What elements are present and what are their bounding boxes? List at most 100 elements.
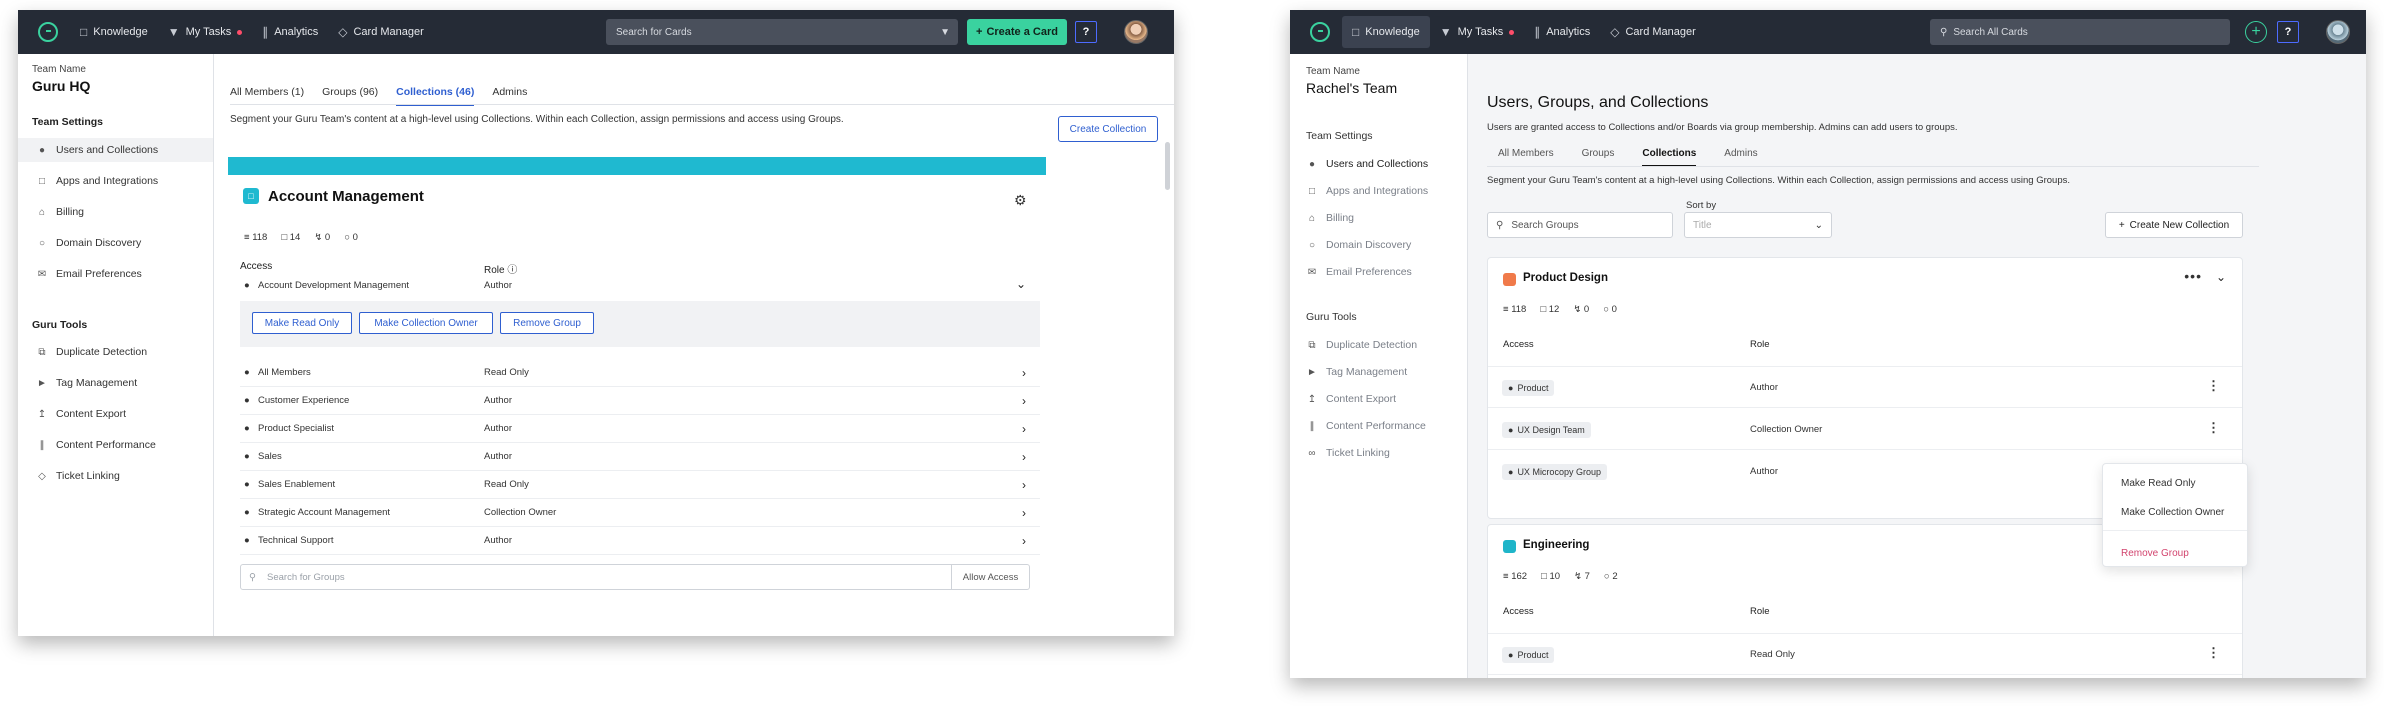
more-options-icon[interactable]: ••• [2184,268,2202,284]
collection-stats: ≡ 118 □ 12 ↯ 0 ○ 0 [1503,304,1617,315]
chevron-right-icon[interactable]: › [1022,394,1026,408]
chevron-right-icon[interactable]: › [1022,534,1026,548]
tab-groups[interactable]: Groups [1582,148,1615,167]
kebab-menu-icon[interactable]: ⋮ [2207,645,2220,661]
mail-icon: ✉ [1307,266,1317,278]
create-collection-button[interactable]: Create Collection [1058,116,1158,142]
kebab-menu-icon[interactable]: ⋮ [2207,378,2220,394]
menu-item-remove-group[interactable]: Remove Group [2121,548,2189,559]
search-input[interactable]: Search for Cards ▼ [606,19,958,45]
chevron-right-icon[interactable]: › [1022,478,1026,492]
chevron-right-icon[interactable]: › [1022,422,1026,436]
kebab-menu-icon[interactable]: ⋮ [2207,420,2220,436]
tab-collections[interactable]: Collections (46) [396,86,475,106]
table-row[interactable]: ● Sales Enablement Read Only › [240,471,1040,499]
table-row[interactable]: ● All Members Read Only › [240,359,1040,387]
users-icon: ● [244,535,250,546]
scrollbar[interactable] [1165,142,1170,190]
sidebar-item-ticket-linking[interactable]: ∞ Ticket Linking [1290,441,1467,465]
make-collection-owner-button[interactable]: Make Collection Owner [359,312,493,334]
collection-title: Account Management [268,188,424,205]
sidebar-item-duplicate-detection[interactable]: ⧉ Duplicate Detection [18,340,213,364]
group-search-input[interactable]: ⚲ Search for Groups Allow Access [240,564,1030,590]
filter-icon[interactable]: ▼ [940,27,950,38]
nav-card-manager[interactable]: ◇ Card Manager [328,16,434,48]
table-row[interactable]: ● Strategic Account Management Collection … [240,499,1040,527]
nav-analytics[interactable]: ∥ Analytics [252,16,328,48]
users-icon: ● [38,144,46,156]
chevron-right-icon[interactable]: › [1022,366,1026,380]
settings-gear-icon[interactable]: ⚙ [1014,192,1027,209]
duplicate-icon: ⧉ [38,346,46,358]
tab-all-members[interactable]: All Members (1) [230,86,304,106]
create-card-button[interactable]: + Create a Card [967,19,1067,45]
create-new-collection-button[interactable]: + Create New Collection [2105,212,2243,238]
sidebar-item-tag-management[interactable]: ► Tag Management [18,371,213,395]
guru-logo[interactable] [38,22,58,42]
remove-group-button[interactable]: Remove Group [500,312,594,334]
table-row[interactable]: ● UX Design Team Collection Owner ⋮ [1488,410,2242,450]
sidebar-item-users-and-collections[interactable]: ● Users and Collections [18,138,213,162]
sidebar-item-content-export[interactable]: ↥ Content Export [1290,387,1467,411]
help-button[interactable]: ? [1075,21,1097,43]
sidebar-item-domain-discovery[interactable]: ○ Domain Discovery [18,231,213,255]
sidebar-item-email-preferences[interactable]: ✉ Email Preferences [1290,260,1467,284]
search-input[interactable]: ⚲ Search All Cards [1930,19,2230,45]
avatar[interactable] [2326,20,2350,44]
sidebar-item-billing[interactable]: ⌂ Billing [18,200,213,224]
sidebar-item-domain-discovery[interactable]: ○ Domain Discovery [1290,233,1467,257]
tab-admins[interactable]: Admins [492,86,527,106]
sidebar-item-content-performance[interactable]: ∥ Content Performance [1290,414,1467,438]
top-navigation: □ Knowledge ▼ My Tasks ∥ Analytics ◇ Card Ma… [18,10,1174,54]
sidebar-item-apps[interactable]: □ Apps and Integrations [1290,179,1467,203]
left-screenshot: □ Knowledge ▼ My Tasks ∥ Analytics ◇ Card Ma… [18,10,1174,636]
tab-groups[interactable]: Groups (96) [322,86,378,106]
table-row[interactable]: ● Technical Support Author › [240,527,1040,555]
sort-select[interactable]: Title ⌄ [1684,212,1832,238]
table-row[interactable]: ● Product Specialist Author › [240,415,1040,443]
sidebar-item-content-export[interactable]: ↥ Content Export [18,402,213,426]
search-groups-input[interactable]: ⚲ Search Groups [1487,212,1673,238]
table-row[interactable]: ● Product Read Only ⋮ [1488,635,2242,675]
nav-card-manager[interactable]: ◇ Card Manager [1600,16,1706,48]
menu-item-make-read-only[interactable]: Make Read Only [2121,478,2195,489]
sidebar-item-tag-management[interactable]: ► Tag Management [1290,360,1467,384]
add-button[interactable]: + [2245,21,2267,43]
allow-access-button[interactable]: Allow Access [951,565,1029,589]
table-row[interactable]: ● Sales Author › [240,443,1040,471]
make-read-only-button[interactable]: Make Read Only [252,312,352,334]
chevron-down-icon[interactable]: ⌄ [1016,277,1026,291]
menu-item-make-collection-owner[interactable]: Make Collection Owner [2121,507,2224,518]
guru-logo[interactable] [1310,22,1330,42]
nav-knowledge[interactable]: □ Knowledge [70,16,158,48]
tab-admins[interactable]: Admins [1724,148,1757,167]
nav-knowledge[interactable]: □ Knowledge [1342,16,1430,48]
sidebar-item-apps[interactable]: □ Apps and Integrations [18,169,213,193]
sidebar-item-content-performance[interactable]: ∥ Content Performance [18,433,213,457]
sidebar-item-users-and-collections[interactable]: ● Users and Collections [1290,152,1467,176]
tab-all-members[interactable]: All Members [1498,148,1554,167]
layers-icon: ≡ [1503,304,1509,315]
sidebar-item-duplicate-detection[interactable]: ⧉ Duplicate Detection [1290,333,1467,357]
book-icon: □ [1352,25,1360,39]
chevron-right-icon[interactable]: › [1022,506,1026,520]
help-button[interactable]: ? [2277,21,2299,43]
nav-analytics[interactable]: ∥ Analytics [1524,16,1600,48]
bar-chart-icon: ∥ [39,439,45,451]
nav-my-tasks[interactable]: ▼ My Tasks [1430,16,1525,48]
users-icon: ● [1508,467,1514,477]
avatar[interactable] [1124,20,1148,44]
chevron-down-icon: ⌄ [1814,219,1823,231]
sidebar-item-email-preferences[interactable]: ✉ Email Preferences [18,262,213,286]
tab-collections[interactable]: Collections [1642,148,1697,167]
team-settings-title: Team Settings [32,116,103,128]
table-row[interactable]: ● Customer Experience Author › [240,387,1040,415]
expanded-group-row[interactable]: ● Account Development Management Author … [240,273,1040,297]
search-icon: ⚲ [1940,26,1948,38]
sidebar-item-billing[interactable]: ⌂ Billing [1290,206,1467,230]
chevron-down-icon[interactable]: ⌄ [2216,270,2226,284]
table-row[interactable]: ● Product Author ⋮ [1488,368,2242,408]
sidebar-item-ticket-linking[interactable]: ◇ Ticket Linking [18,464,213,488]
nav-my-tasks[interactable]: ▼ My Tasks [158,16,253,48]
chevron-right-icon[interactable]: › [1022,450,1026,464]
